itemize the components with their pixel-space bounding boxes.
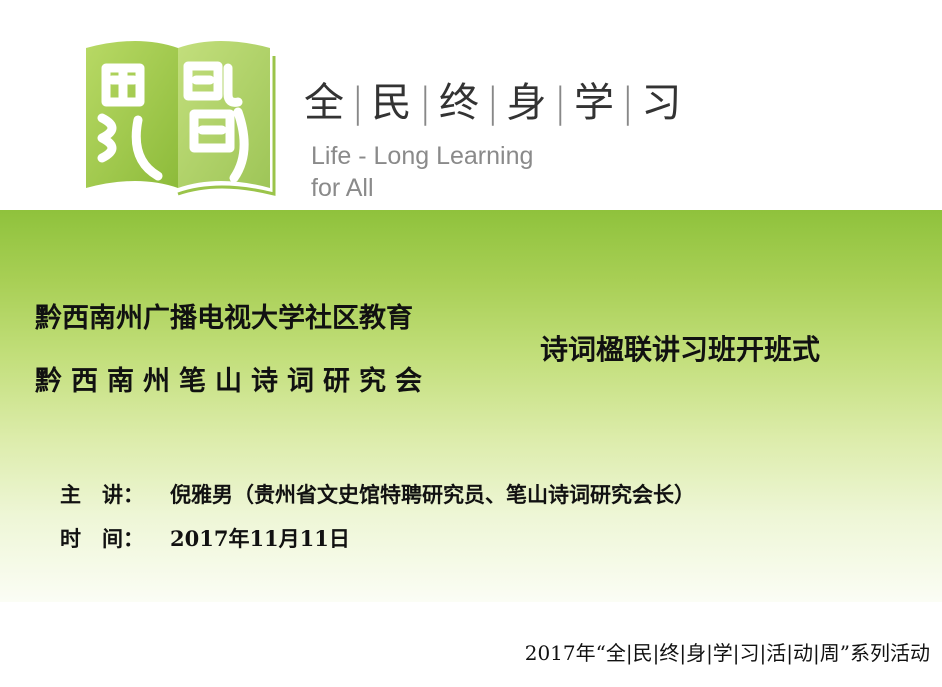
organizer-line-1: 黔西南州广播电视大学社区教育 (35, 303, 413, 334)
time-row: 时 间： 2017年11月11日 (60, 523, 350, 553)
organizer-line-2: 黔西南州笔山诗词研究会 (35, 366, 431, 397)
time-value: 2017年11月11日 (170, 526, 350, 551)
header: 全 | 民 | 终 | 身 | 学 | 习 Life - Long Learning for All (0, 0, 942, 210)
speaker-label: 主 讲： (60, 482, 144, 507)
event-title: 诗词楹联讲习班开班式 (540, 333, 821, 366)
speaker-value: 倪雅男（贵州省文史馆特聘研究员、笔山诗词研究会长） (170, 482, 695, 507)
english-line-1: Life - Long Learning (311, 142, 534, 170)
slogan-char: 习 (641, 80, 683, 126)
slogan-char: 终 (438, 80, 480, 126)
slogan-char: 民 (371, 80, 413, 126)
english-line-2: for All (311, 174, 374, 202)
footer-caption: 2017年“全|民|终|身|学|习|活|动|周”系列活动 (524, 641, 930, 665)
book-logo-icon (86, 41, 276, 196)
slogan: 全 | 民 | 终 | 身 | 学 | 习 (304, 80, 683, 126)
slogan-char: 学 (573, 80, 615, 126)
slogan-char: 身 (506, 80, 548, 126)
english-slogan: Life - Long Learning for All (311, 140, 533, 204)
slogan-char: 全 (304, 80, 345, 126)
time-label: 时 间： (60, 526, 144, 551)
speaker-row: 主 讲： 倪雅男（贵州省文史馆特聘研究员、笔山诗词研究会长） (60, 479, 695, 509)
